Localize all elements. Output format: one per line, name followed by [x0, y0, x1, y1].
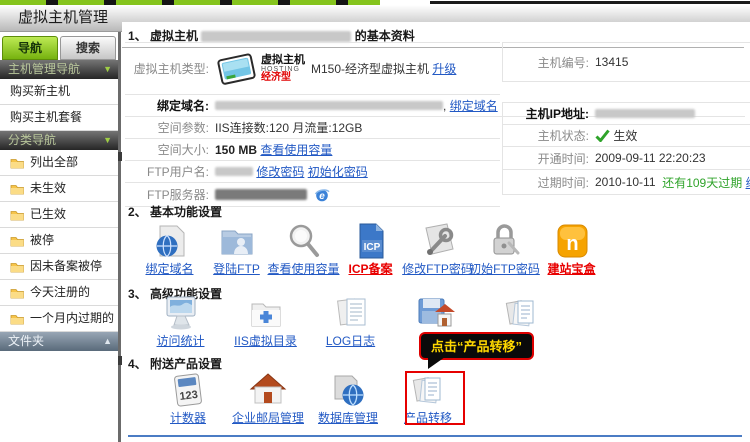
feature-iis-virtual-dir[interactable]: IIS虚拟目录 [223, 295, 308, 349]
space-params-row: 空间参数: IIS连接数:120 月流量:12GB [125, 117, 500, 139]
counter-123-icon: 123 [168, 372, 208, 408]
svg-text:ICP: ICP [363, 242, 380, 253]
callout-tooltip: 点击“产品转移” [419, 332, 534, 360]
feature-visit-stats[interactable]: 访问统计 [138, 295, 223, 349]
database-globe-icon [328, 372, 368, 408]
host-ip-row: 主机IP地址: [502, 102, 750, 125]
tab-search[interactable]: 搜索 [60, 36, 116, 60]
section-title: 主机管理导航 [8, 60, 80, 79]
svg-text:123: 123 [179, 389, 199, 403]
sidebar-item-list-all[interactable]: 列出全部 [0, 150, 118, 176]
padlock-icon [485, 223, 525, 259]
sidebar-item-not-active[interactable]: 未生效 [0, 176, 118, 202]
monitor-stats-icon [161, 295, 201, 331]
sidebar-section-host-manage[interactable]: 主机管理导航 ▼ [0, 60, 118, 79]
globe-document-icon [150, 223, 190, 259]
sidebar: 导航 搜索 主机管理导航 ▼ 购买新主机 购买主机套餐 分类导航 ▼ 列出全部 … [0, 32, 121, 442]
section-title: 分类导航 [8, 131, 56, 150]
redacted-host-name [201, 31, 351, 42]
chevron-down-icon: ▼ [103, 60, 112, 79]
feature-counter[interactable]: 123 计数器 [148, 372, 228, 426]
ftp-folder-icon [217, 223, 257, 259]
section4-heading: 4、 附送产品设置 [128, 355, 222, 372]
hosting-monitor-icon [215, 48, 259, 90]
feature-init-ftp-password[interactable]: 初始FTP密码 [471, 223, 538, 277]
sidebar-item-active[interactable]: 已生效 [0, 202, 118, 228]
bind-domain-link[interactable]: 绑定域名 [450, 97, 498, 114]
svg-text:e: e [319, 191, 325, 202]
feature-enterprise-mail[interactable]: 企业邮局管理 [228, 372, 308, 426]
chevron-down-icon: ▼ [103, 131, 112, 150]
house-mail-icon [248, 372, 288, 408]
folder-plus-icon [246, 295, 286, 331]
open-time-row: 开通时间: 2009-09-11 22:20:23 [502, 147, 750, 170]
redacted-host-ip [595, 109, 695, 118]
folder-icon [10, 235, 25, 247]
magnifier-icon [284, 223, 324, 259]
basic-features-icons: 绑定域名 登陆FTP 查看使用容量 [136, 223, 605, 277]
sidebar-item-expiring-in-month[interactable]: 一个月内过期的 [0, 306, 118, 332]
feature-icp-record[interactable]: ICP ICP备案 [337, 223, 404, 277]
redacted-domain [215, 101, 443, 110]
splitter-handle[interactable] [118, 356, 122, 365]
folder-icon [10, 261, 25, 273]
chevron-up-icon: ▲ [103, 332, 112, 351]
change-password-link[interactable]: 修改密码 [256, 163, 304, 180]
splitter-handle[interactable] [118, 152, 122, 161]
highlight-box-product-transfer [405, 371, 465, 425]
sidebar-item-buy-new-host[interactable]: 购买新主机 [0, 79, 118, 105]
renew-link[interactable]: 续费 [746, 174, 750, 191]
feature-log[interactable]: LOG日志 [308, 295, 393, 349]
main-content: 1、 虚拟主机 的基本资料 虚拟主机类型: 虚拟主机 HOSTING [122, 22, 750, 442]
redacted-ftp-server [215, 189, 307, 200]
tab-navigation[interactable]: 导航 [2, 36, 58, 60]
folder-icon [10, 287, 25, 299]
folder-icon [10, 313, 25, 325]
sidebar-tabs: 导航 搜索 [0, 32, 118, 60]
log-document-icon [331, 295, 371, 331]
menu-dark-strip [430, 1, 750, 4]
init-password-link[interactable]: 初始化密码 [308, 163, 368, 180]
svg-text:n: n [566, 233, 578, 255]
virtual-host-manager-window: 虚拟主机管理 导航 搜索 主机管理导航 ▼ 购买新主机 购买主机套餐 分类导航 … [0, 0, 750, 442]
orange-n-box-icon: n [552, 223, 592, 259]
sidebar-item-registered-today[interactable]: 今天注册的 [0, 280, 118, 306]
folder-icon [10, 183, 25, 195]
ftp-user-row: FTP用户名: 修改密码 初始化密码 [125, 161, 500, 183]
feature-login-ftp[interactable]: 登陆FTP [203, 223, 270, 277]
host-type-logo: 虚拟主机 HOSTING 经济型 [215, 48, 305, 90]
sidebar-item-stopped-no-icp[interactable]: 因未备案被停 [0, 254, 118, 280]
disk-house-icon [416, 295, 456, 331]
internet-explorer-icon[interactable]: e [314, 187, 330, 203]
expire-time-row: 过期时间: 2010-10-11 还有109天过期 续费 [502, 170, 750, 195]
feature-bind-domain[interactable]: 绑定域名 [136, 223, 203, 277]
sidebar-section-folders[interactable]: 文件夹 ▲ [0, 332, 118, 351]
icp-document-icon: ICP [351, 223, 391, 259]
folder-icon [10, 209, 25, 221]
feature-view-usage[interactable]: 查看使用容量 [270, 223, 337, 277]
green-check-icon [595, 129, 610, 142]
redacted-ftp-user [215, 167, 253, 176]
upgrade-link[interactable]: 升级 [432, 60, 456, 77]
host-id-row: 主机编号: 13415 [502, 42, 750, 82]
feature-change-ftp-password[interactable]: 修改FTP密码 [404, 223, 471, 277]
section2-heading: 2、 基本功能设置 [128, 203, 222, 220]
host-type-row: 虚拟主机类型: 虚拟主机 HOSTING 经济型 M150-经济型虚拟主机 [125, 42, 500, 95]
sidebar-item-buy-host-plan[interactable]: 购买主机套餐 [0, 105, 118, 131]
host-status-row: 主机状态: 生效 [502, 125, 750, 147]
view-usage-link[interactable]: 查看使用容量 [260, 141, 332, 158]
space-size-row: 空间大小: 150 MB 查看使用容量 [125, 139, 500, 161]
hosting-logo-text: 虚拟主机 HOSTING 经济型 [261, 55, 305, 83]
sidebar-section-category[interactable]: 分类导航 ▼ [0, 131, 118, 150]
feature-site-builder-box[interactable]: n 建站宝盒 [538, 223, 605, 277]
page-title-text: 虚拟主机管理 [18, 9, 108, 26]
folder-icon [10, 157, 25, 169]
feature-database-manage[interactable]: 数据库管理 [308, 372, 388, 426]
bottom-divider [128, 435, 742, 437]
section-title: 文件夹 [8, 332, 44, 351]
documents-icon [501, 295, 541, 331]
wrench-page-icon [418, 223, 458, 259]
sidebar-item-stopped[interactable]: 被停 [0, 228, 118, 254]
